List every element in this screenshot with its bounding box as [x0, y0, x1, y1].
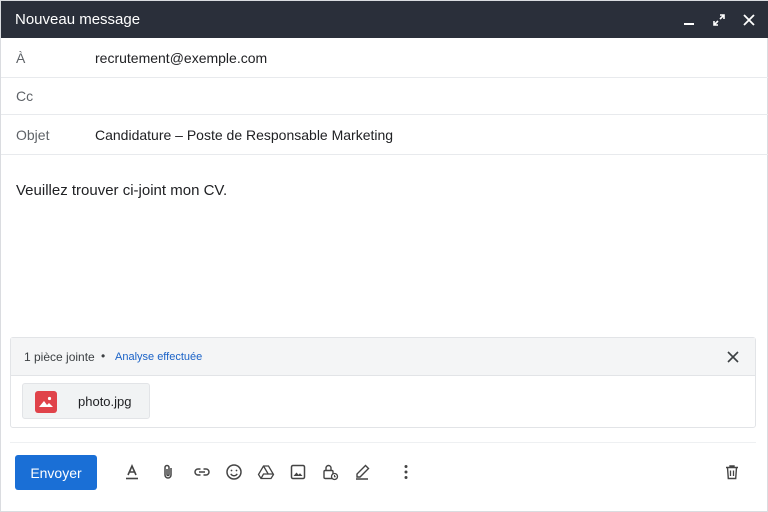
subject-field[interactable]: Objet Candidature – Poste de Responsable… [1, 115, 768, 155]
more-options-icon[interactable] [395, 461, 417, 483]
close-icon[interactable] [725, 349, 741, 365]
image-icon [35, 391, 57, 413]
cc-label: Cc [16, 88, 34, 104]
attachments-panel: 1 pièce jointe • Analyse effectuée photo… [10, 337, 756, 428]
window-controls [679, 1, 759, 38]
pen-icon[interactable] [351, 461, 373, 483]
to-recipient[interactable]: recrutement@exemple.com [95, 50, 267, 66]
link-icon[interactable] [191, 461, 213, 483]
close-icon[interactable] [739, 10, 759, 30]
attachment-chip[interactable]: photo.jpg [22, 383, 150, 419]
subject-label: Objet [16, 126, 50, 143]
attachment-filename: photo.jpg [78, 394, 132, 409]
expand-icon[interactable] [709, 10, 729, 30]
cc-field[interactable]: Cc [1, 78, 768, 115]
to-label: À [16, 49, 26, 66]
attach-icon[interactable] [157, 461, 179, 483]
trash-icon[interactable] [721, 461, 743, 483]
compose-title: Nouveau message [15, 11, 141, 28]
message-body[interactable]: Veuillez trouver ci-joint mon CV. [16, 182, 227, 199]
emoji-icon[interactable] [223, 461, 245, 483]
toolbar-divider [10, 442, 756, 443]
compose-titlebar: Nouveau message [1, 1, 768, 38]
attachments-header: 1 pièce jointe • Analyse effectuée [11, 338, 755, 376]
image-icon[interactable] [287, 461, 309, 483]
text-format-icon[interactable] [121, 461, 143, 483]
drive-icon[interactable] [255, 461, 277, 483]
scan-status-link[interactable]: Analyse effectuée [115, 351, 202, 363]
subject-value[interactable]: Candidature – Poste de Responsable Marke… [95, 127, 393, 143]
compose-window: Nouveau message À recrutement@exemple.co… [0, 0, 768, 512]
to-field[interactable]: À recrutement@exemple.com [1, 38, 768, 78]
attachment-count: 1 pièce jointe [24, 350, 95, 364]
separator-dot: • [101, 349, 106, 363]
lock-clock-icon[interactable] [319, 461, 341, 483]
send-button[interactable]: Envoyer [15, 455, 97, 490]
minimize-icon[interactable] [679, 10, 699, 30]
